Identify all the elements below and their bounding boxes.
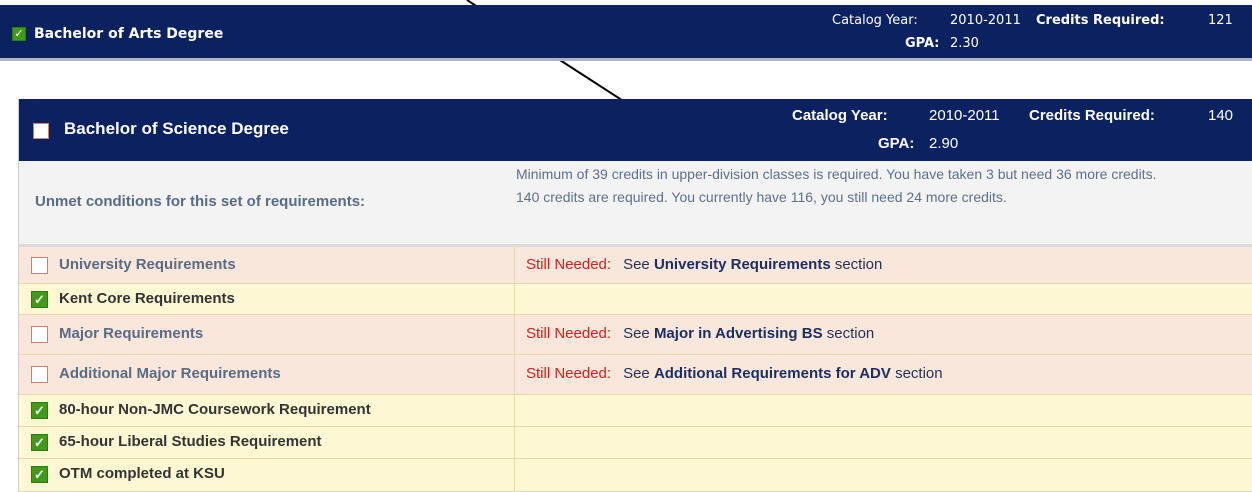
requirement-row[interactable]: ✓ 80-hour Non-JMC Coursework Requirement	[19, 395, 1252, 427]
gpa-label: GPA:	[878, 135, 915, 152]
checkbox-checked-icon: ✓	[12, 27, 26, 41]
checkbox-unchecked-icon	[33, 123, 49, 139]
still-needed-label: Still Needed:	[526, 256, 612, 273]
unmet-conditions-label: Unmet conditions for this set of require…	[35, 193, 366, 210]
checkbox-checked-icon: ✓	[31, 291, 48, 308]
requirement-name[interactable]: 80-hour Non-JMC Coursework Requirement	[59, 401, 371, 418]
requirement-row[interactable]: Additional Major Requirements Still Need…	[19, 355, 1252, 395]
still-needed-label: Still Needed:	[526, 325, 612, 342]
requirement-row[interactable]: University Requirements Still Needed: See…	[19, 247, 1252, 284]
see-text: See	[623, 365, 650, 382]
column-divider	[514, 315, 515, 354]
column-divider	[514, 247, 515, 283]
bs-degree-panel: Bachelor of Science Degree Catalog Year:…	[18, 99, 1252, 492]
credits-required-value: 140	[1208, 107, 1234, 124]
checkbox-checked-icon: ✓	[31, 466, 48, 483]
section-suffix: section	[895, 365, 943, 382]
unmet-messages: Minimum of 39 credits in upper-division …	[516, 165, 1246, 211]
section-link[interactable]: Additional Requirements for ADV	[654, 365, 891, 382]
section-suffix: section	[826, 325, 875, 342]
catalog-year-value: 2010-2011	[950, 13, 1021, 28]
catalog-year-label: Catalog Year:	[792, 107, 888, 124]
credits-required-label: Credits Required:	[1029, 107, 1155, 124]
degree-title: Bachelor of Science Degree	[64, 119, 289, 138]
column-divider	[514, 355, 515, 394]
credits-required-label: Credits Required:	[1036, 13, 1165, 28]
gpa-value: 2.30	[950, 36, 979, 51]
unmet-conditions: Unmet conditions for this set of require…	[19, 161, 1252, 247]
gpa-label: GPA:	[905, 36, 940, 51]
catalog-year-label: Catalog Year:	[832, 13, 918, 28]
section-suffix: section	[834, 256, 883, 273]
requirement-status: Still Needed: See Additional Requirements…	[526, 365, 943, 382]
section-link[interactable]: Major in Advertising BS	[654, 325, 823, 342]
section-link[interactable]: University Requirements	[654, 256, 831, 273]
requirement-status: Still Needed: See Major in Advertising BS…	[526, 325, 874, 342]
checkbox-unchecked-icon	[31, 366, 48, 383]
see-text: See	[623, 325, 650, 342]
checkbox-unchecked-icon	[31, 257, 48, 274]
degree-title: Bachelor of Arts Degree	[34, 26, 224, 42]
ba-degree-header[interactable]: ✓ Bachelor of Arts Degree Catalog Year: …	[0, 5, 1252, 61]
column-divider	[514, 395, 515, 426]
unmet-message: 140 credits are required. You currently …	[516, 189, 1007, 205]
bs-degree-header[interactable]: Bachelor of Science Degree Catalog Year:…	[19, 99, 1252, 161]
requirement-name[interactable]: Major Requirements	[59, 325, 203, 342]
requirement-row[interactable]: ✓ Kent Core Requirements	[19, 284, 1252, 315]
column-divider	[514, 427, 515, 458]
checkbox-checked-icon: ✓	[31, 402, 48, 419]
column-divider	[514, 459, 515, 491]
still-needed-label: Still Needed:	[526, 365, 612, 382]
requirement-name[interactable]: Additional Major Requirements	[59, 365, 281, 382]
requirement-status: Still Needed: See University Requirements…	[526, 256, 882, 273]
requirement-name[interactable]: 65-hour Liberal Studies Requirement	[59, 433, 322, 450]
credits-required-value: 121	[1208, 13, 1233, 28]
requirement-name[interactable]: OTM completed at KSU	[59, 465, 225, 482]
checkbox-checked-icon: ✓	[31, 434, 48, 451]
catalog-year-value: 2010-2011	[929, 107, 1000, 124]
column-divider	[514, 284, 515, 314]
requirement-name[interactable]: University Requirements	[59, 256, 236, 273]
checkbox-unchecked-icon	[31, 326, 48, 343]
see-text: See	[623, 256, 650, 273]
requirement-name[interactable]: Kent Core Requirements	[59, 290, 235, 307]
unmet-message: Minimum of 39 credits in upper-division …	[516, 166, 1157, 182]
requirement-row[interactable]: ✓ 65-hour Liberal Studies Requirement	[19, 427, 1252, 459]
requirement-row[interactable]: ✓ OTM completed at KSU	[19, 459, 1252, 492]
gpa-value: 2.90	[929, 135, 959, 152]
requirement-row[interactable]: Major Requirements Still Needed: See Majo…	[19, 315, 1252, 355]
